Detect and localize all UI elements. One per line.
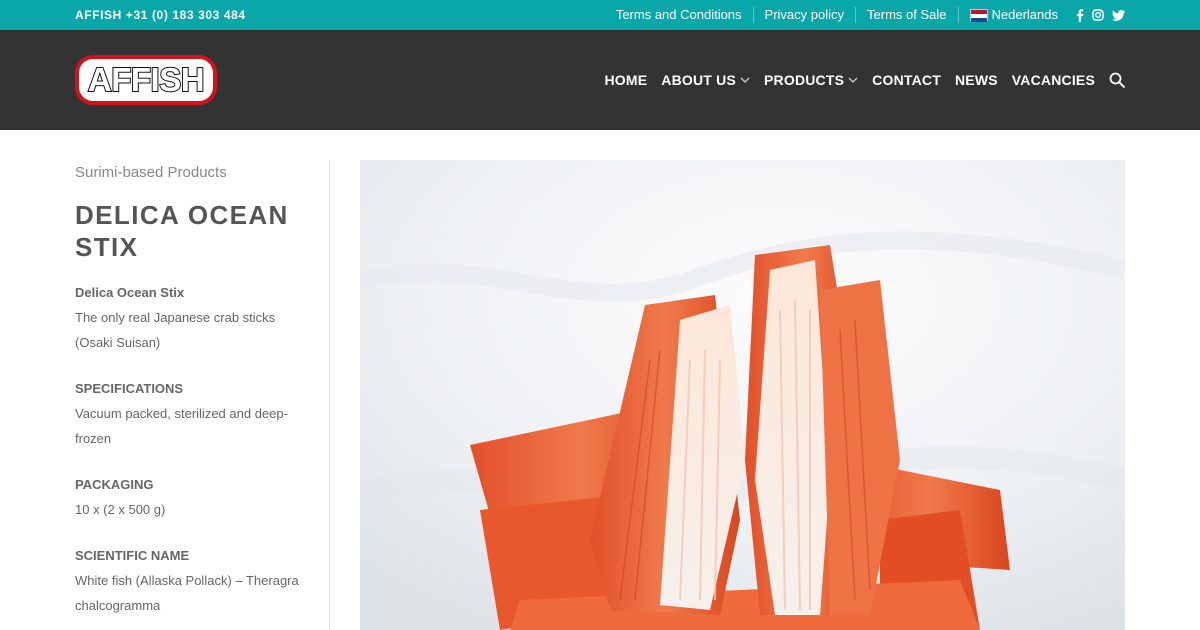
facebook-icon[interactable]: [1075, 8, 1084, 22]
main-header: AFFISH HOME ABOUT US PRODUCTS CONTACT NE…: [0, 30, 1200, 130]
netherlands-flag-icon: [969, 9, 988, 22]
product-intro-name: Delica Ocean Stix: [75, 285, 185, 300]
specifications-label: SPECIFICATIONS: [75, 381, 184, 396]
product-intro: Delica Ocean Stix The only real Japanese…: [75, 280, 300, 355]
logo-text: AFFISH: [87, 60, 206, 99]
nav-products-label: PRODUCTS: [764, 72, 845, 88]
social-links: [1075, 8, 1125, 22]
scientific-name-label: SCIENTIFIC NAME: [75, 548, 190, 563]
specifications-section: SPECIFICATIONS Vacuum packed, sterilized…: [75, 376, 300, 451]
scientific-name-section: SCIENTIFIC NAME White fish (Allaska Poll…: [75, 543, 300, 618]
packaging-text: 10 x (2 x 500 g): [75, 502, 166, 517]
nav-vacancies[interactable]: VACANCIES: [1012, 72, 1095, 88]
affish-logo[interactable]: AFFISH: [75, 55, 217, 105]
search-icon[interactable]: [1109, 72, 1125, 88]
nav-contact-label: CONTACT: [872, 72, 941, 88]
nav-products[interactable]: PRODUCTS: [764, 72, 858, 88]
nav-news[interactable]: NEWS: [955, 72, 998, 88]
scientific-name-text: White fish (Allaska Pollack) – Theragra …: [75, 573, 299, 613]
language-label: Nederlands: [991, 7, 1059, 22]
terms-of-sale-link[interactable]: Terms of Sale: [855, 7, 957, 23]
nav-news-label: NEWS: [954, 72, 998, 88]
chevron-down-icon: [848, 77, 858, 83]
instagram-icon[interactable]: [1092, 9, 1104, 21]
language-switcher[interactable]: Nederlands: [957, 7, 1070, 23]
column-divider: [329, 160, 330, 630]
nav-about-label: ABOUT US: [661, 72, 736, 88]
nav-about-us[interactable]: ABOUT US: [661, 72, 750, 88]
phone-number[interactable]: AFFISH +31 (0) 183 303 484: [75, 8, 246, 22]
product-photo: [360, 160, 1125, 630]
nav-vacancies-label: VACANCIES: [1011, 72, 1095, 88]
terms-conditions-link[interactable]: Terms and Conditions: [605, 7, 753, 23]
nav-contact[interactable]: CONTACT: [872, 72, 941, 88]
product-info: Surimi-based Products DELICA OCEAN STIX …: [75, 160, 300, 618]
product-intro-text: The only real Japanese crab sticks (Osak…: [75, 310, 276, 350]
nav-home-label: HOME: [604, 72, 648, 88]
top-links: Terms and Conditions Privacy policy Term…: [605, 0, 1125, 30]
nav-home[interactable]: HOME: [604, 72, 647, 88]
product-title: DELICA OCEAN STIX: [75, 200, 289, 262]
privacy-policy-link[interactable]: Privacy policy: [752, 7, 855, 23]
top-bar: AFFISH +31 (0) 183 303 484 Terms and Con…: [0, 0, 1200, 30]
packaging-section: PACKAGING 10 x (2 x 500 g): [75, 472, 300, 522]
chevron-down-icon: [740, 77, 750, 83]
product-category-link[interactable]: Surimi-based Products: [75, 164, 300, 181]
main-nav: HOME ABOUT US PRODUCTS CONTACT NEWS VACA…: [590, 30, 1125, 130]
twitter-icon[interactable]: [1112, 9, 1125, 21]
packaging-label: PACKAGING: [75, 477, 154, 492]
specifications-text: Vacuum packed, sterilized and deep-froze…: [75, 406, 288, 446]
